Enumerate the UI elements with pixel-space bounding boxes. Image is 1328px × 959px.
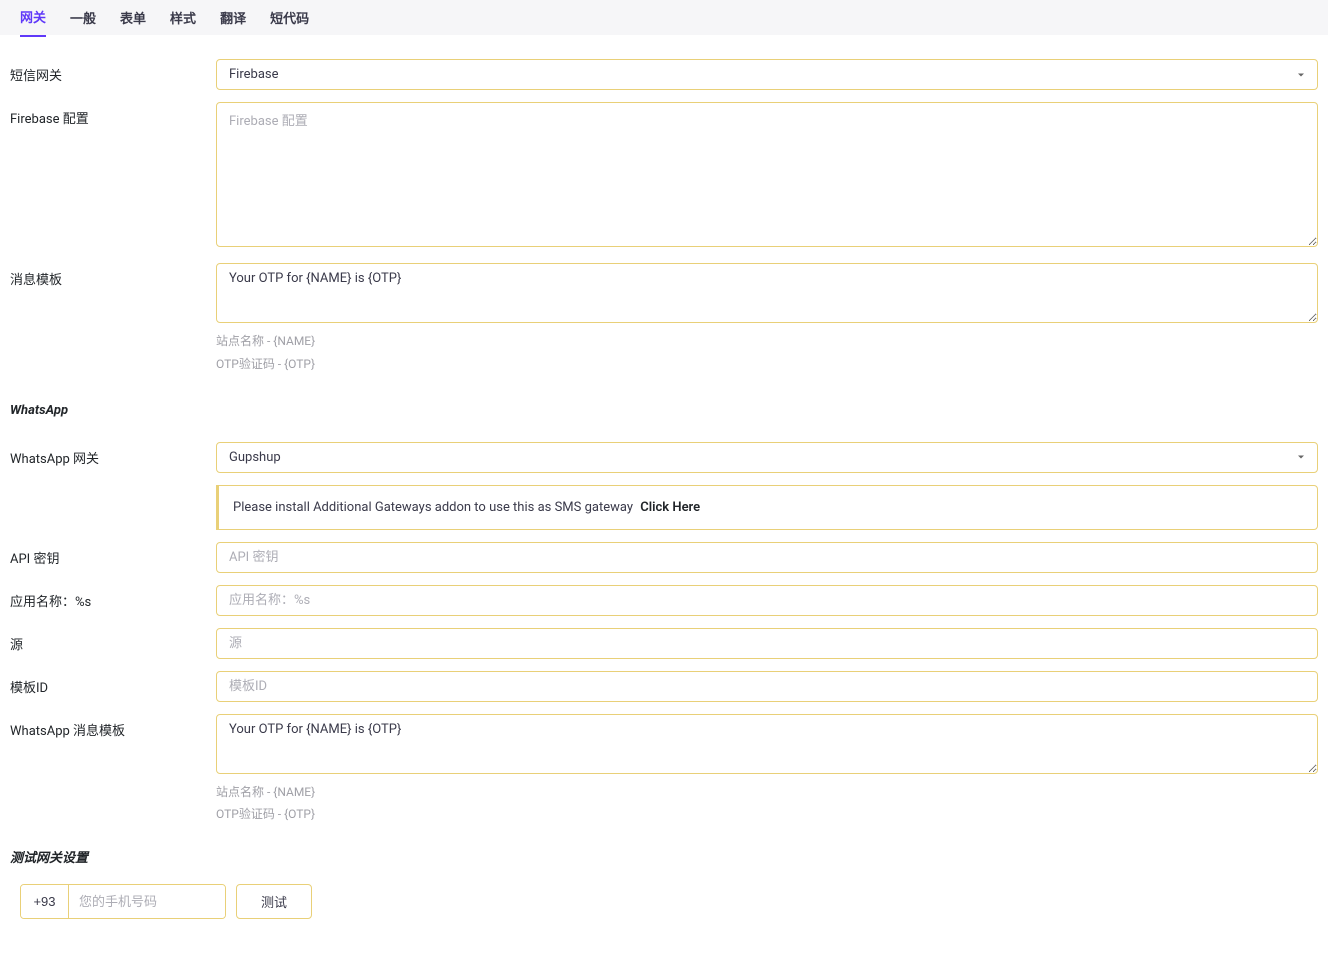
sms-template-textarea[interactable] <box>216 263 1318 323</box>
wa-api-input[interactable] <box>216 542 1318 573</box>
tab-gateway[interactable]: 网关 <box>20 0 46 37</box>
whatsapp-section-title: WhatsApp <box>10 403 1318 418</box>
wa-template-textarea[interactable] <box>216 714 1318 774</box>
sms-hint-otp: OTP验证码 - {OTP} <box>216 356 1318 373</box>
test-button[interactable]: 测试 <box>236 884 312 919</box>
tab-translate[interactable]: 翻译 <box>220 0 246 36</box>
wa-notice-link[interactable]: Click Here <box>640 500 700 515</box>
phone-prefix-input[interactable] <box>21 885 69 918</box>
wa-gateway-label: WhatsApp 网关 <box>10 442 216 473</box>
wa-source-label: 源 <box>10 628 216 659</box>
tab-forms[interactable]: 表单 <box>120 0 146 36</box>
wa-notice-text: Please install Additional Gateways addon… <box>233 500 633 515</box>
test-section-title: 测试网关设置 <box>10 847 1318 866</box>
wa-appname-label: 应用名称：%s <box>10 585 216 616</box>
tab-bar: 网关 一般 表单 样式 翻译 短代码 <box>0 0 1328 35</box>
sms-gateway-label: 短信网关 <box>10 59 216 90</box>
wa-appname-input[interactable] <box>216 585 1318 616</box>
phone-group <box>20 884 226 919</box>
wa-notice: Please install Additional Gateways addon… <box>216 485 1318 530</box>
firebase-config-textarea[interactable] <box>216 102 1318 247</box>
firebase-config-label: Firebase 配置 <box>10 102 216 251</box>
wa-gateway-select[interactable]: Gupshup <box>216 442 1318 473</box>
wa-template-label: WhatsApp 消息模板 <box>10 714 216 824</box>
wa-tplid-label: 模板ID <box>10 671 216 702</box>
sms-hint-name: 站点名称 - {NAME} <box>216 333 1318 350</box>
wa-source-input[interactable] <box>216 628 1318 659</box>
phone-number-input[interactable] <box>69 885 226 918</box>
wa-api-label: API 密钥 <box>10 542 216 573</box>
tab-styles[interactable]: 样式 <box>170 0 196 36</box>
wa-hint-name: 站点名称 - {NAME} <box>216 784 1318 801</box>
tab-general[interactable]: 一般 <box>70 0 96 36</box>
content: 短信网关 Firebase Firebase 配置 消息模板 站点名称 - {N… <box>0 35 1328 959</box>
wa-tplid-input[interactable] <box>216 671 1318 702</box>
tab-shortcode[interactable]: 短代码 <box>270 0 309 36</box>
sms-template-label: 消息模板 <box>10 263 216 373</box>
sms-gateway-select[interactable]: Firebase <box>216 59 1318 90</box>
